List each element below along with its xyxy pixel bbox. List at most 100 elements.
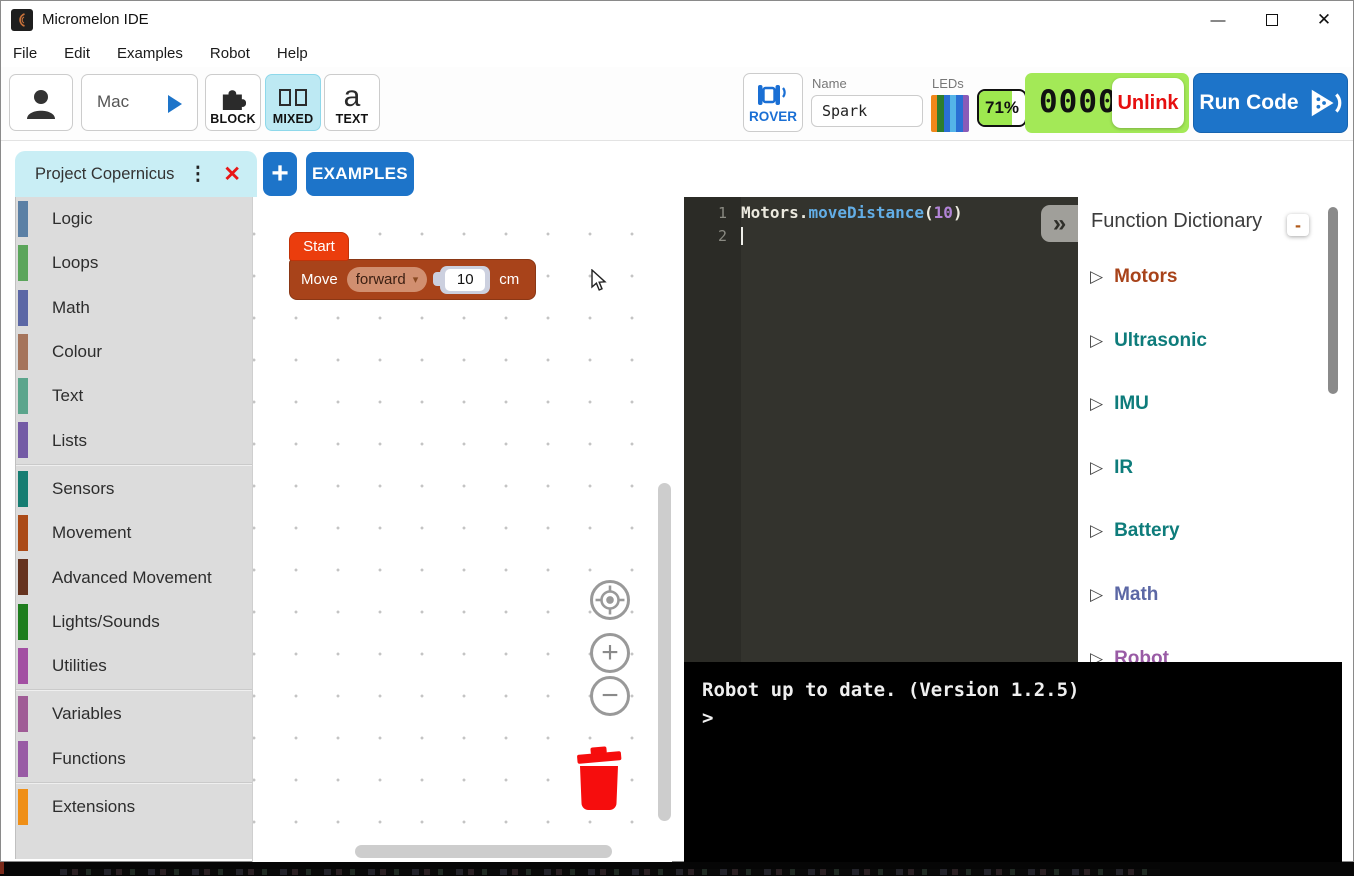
recenter-button[interactable] [590,580,630,620]
dict-item-math[interactable]: ▷ Math [1078,581,1308,609]
toolbox-category-movement[interactable]: Movement [16,511,252,555]
category-label: Variables [52,704,122,724]
expand-triangle-icon: ▷ [1090,394,1104,413]
move-block[interactable]: Move forward ▾ 10 cm [289,259,536,300]
user-account-button[interactable] [9,74,73,131]
zoom-out-button[interactable]: − [590,676,630,716]
toolbox-category-variables[interactable]: Variables [16,692,252,736]
category-label: Utilities [52,656,107,676]
category-label: Sensors [52,478,115,498]
plus-icon: + [601,636,619,669]
dict-item-label: IR [1114,457,1134,478]
canvas-vertical-scrollbar[interactable] [658,483,671,821]
tab-bar: Project Copernicus ⋮ ✕ + EXAMPLES [1,141,1353,197]
dict-item-battery[interactable]: ▷ Battery [1078,517,1308,545]
distance-input[interactable]: 10 [445,268,486,291]
toolbox-category-math[interactable]: Math [16,286,252,330]
toolbox-category-text[interactable]: Text [16,374,252,418]
dict-item-label: Ultrasonic [1114,330,1207,351]
title-bar: Micromelon IDE — ✕ [1,1,1353,39]
toolbox-category-lights-sounds[interactable]: Lights/Sounds [16,600,252,644]
tab-close-icon[interactable]: ✕ [223,162,241,187]
category-color-strip [18,289,28,326]
expand-triangle-icon: ▷ [1090,458,1104,477]
direction-value: forward [355,271,406,288]
robot-name-input[interactable]: Spark [811,95,923,127]
menu-examples[interactable]: Examples [117,45,183,62]
menu-edit[interactable]: Edit [64,45,90,62]
canvas-horizontal-scrollbar[interactable] [355,845,612,858]
expand-triangle-icon: ▷ [1090,331,1104,350]
toolbox-category-lists[interactable]: Lists [16,418,252,462]
dict-item-motors[interactable]: ▷ Motors [1078,263,1308,291]
maximize-button[interactable] [1249,1,1295,39]
trash-button[interactable] [571,743,627,820]
zoom-in-button[interactable]: + [590,633,630,673]
dict-item-imu[interactable]: ▷ IMU [1078,390,1308,418]
examples-button[interactable]: EXAMPLES [306,152,414,196]
dict-item-label: Battery [1114,520,1180,541]
unlink-label: Unlink [1117,91,1179,114]
category-color-strip [18,559,28,596]
tab-project-copernicus[interactable]: Project Copernicus ⋮ ✕ [15,151,257,197]
dict-item-ultrasonic[interactable]: ▷ Ultrasonic [1078,327,1308,355]
connection-target-label: Mac [97,92,130,111]
mode-mixed-button[interactable]: MIXED [265,74,321,131]
minimize-button[interactable]: — [1195,1,1241,39]
strip-noise [60,869,1160,875]
category-label: Advanced Movement [52,567,212,587]
console-prompt: > [702,707,714,729]
unlink-button[interactable]: Unlink [1112,78,1184,128]
tab-menu-icon[interactable]: ⋮ [188,163,207,186]
start-block[interactable]: Start [289,232,349,261]
toolbox-category-sensors[interactable]: Sensors [16,467,252,511]
minus-icon: − [601,679,619,712]
toolbox-category-loops[interactable]: Loops [16,241,252,285]
toolbox-category-functions[interactable]: Functions [16,737,252,781]
led-colors-swatch[interactable] [931,95,969,132]
toolbox-divider [16,781,252,784]
dictionary-expand-button[interactable]: » [1041,205,1078,242]
category-label: Extensions [52,797,136,816]
category-color-strip [18,696,28,733]
battery-percent: 71% [984,98,1020,117]
category-color-strip [18,603,28,640]
menu-robot[interactable]: Robot [210,45,250,62]
user-icon [27,89,55,119]
toolbox-category-utilities[interactable]: Utilities [16,644,252,688]
direction-dropdown[interactable]: forward ▾ [346,267,428,292]
mode-text-button[interactable]: a TEXT [324,74,380,131]
micromelon-ide-app: Micromelon IDE — ✕ File Edit Examples Ro… [0,0,1354,876]
battery-indicator: 71% [977,89,1027,127]
dictionary-collapse-button[interactable]: - [1287,214,1309,236]
category-color-strip [18,333,28,370]
toolbox-category-logic[interactable]: Logic [16,197,252,241]
rover-button[interactable]: ROVER [743,73,803,132]
category-color-strip [18,201,28,237]
category-color-strip [18,470,28,507]
toolbox-category-advanced-movement[interactable]: Advanced Movement [16,555,252,599]
expand-triangle-icon: ▷ [1090,521,1104,540]
add-tab-button[interactable]: + [263,152,297,196]
run-code-button[interactable]: Run Code [1193,73,1348,133]
plus-icon: + [271,157,289,190]
menu-help[interactable]: Help [277,45,308,62]
code-paren-close: ) [952,203,963,222]
close-button[interactable]: ✕ [1301,1,1347,39]
connection-target-dropdown[interactable]: Mac [81,74,198,131]
name-field-label: Name [812,76,847,91]
robot-console[interactable]: Robot up to date. (Version 1.2.5) > [684,662,1342,862]
category-label: Lists [52,430,87,450]
toolbox-divider [16,689,252,692]
menu-bar: File Edit Examples Robot Help [1,39,1353,67]
dictionary-scrollbar[interactable] [1328,207,1338,394]
mode-block-button[interactable]: BLOCK [205,74,261,131]
toolbox-category-extensions[interactable]: Extensions [16,785,252,829]
toolbox-category-colour[interactable]: Colour [16,330,252,374]
minimize-icon: — [1210,11,1226,29]
menu-file[interactable]: File [13,45,37,62]
block-canvas[interactable]: Start Move forward ▾ 10 cm + − [252,197,672,862]
dict-item-ir[interactable]: ▷ IR [1078,454,1308,482]
category-label: Functions [52,748,126,768]
dict-item-label: Math [1114,584,1159,605]
